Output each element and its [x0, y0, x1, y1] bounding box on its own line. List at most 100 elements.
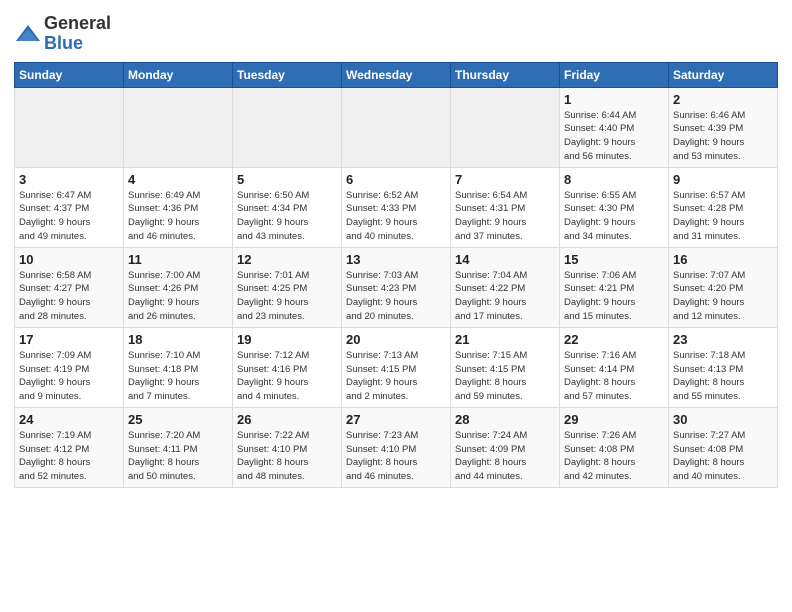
- day-info: Sunrise: 6:52 AM Sunset: 4:33 PM Dayligh…: [346, 189, 446, 244]
- calendar-cell: 19 Sunrise: 7:12 AM Sunset: 4:16 PM Dayli…: [233, 327, 342, 407]
- day-number: 1: [564, 92, 664, 107]
- day-info: Sunrise: 7:23 AM Sunset: 4:10 PM Dayligh…: [346, 429, 446, 484]
- calendar-cell: 16Sunrise: 7:07 AM Sunset: 4:20 PM Dayli…: [669, 247, 778, 327]
- weekday-header-row: SundayMondayTuesdayWednesdayThursdayFrid…: [15, 62, 778, 87]
- calendar-cell: 9 Sunrise: 6:57 AM Sunset: 4:28 PM Daylig…: [669, 167, 778, 247]
- calendar-cell: 7 Sunrise: 6:54 AM Sunset: 4:31 PM Daylig…: [451, 167, 560, 247]
- day-info: Sunrise: 7:09 AM Sunset: 4:19 PM Dayligh…: [19, 349, 119, 404]
- day-number: 28: [455, 412, 555, 427]
- weekday-header-thursday: Thursday: [451, 62, 560, 87]
- logo-icon: [14, 23, 42, 45]
- weekday-header-saturday: Saturday: [669, 62, 778, 87]
- day-number: 30: [673, 412, 773, 427]
- day-number: 3: [19, 172, 119, 187]
- day-info: Sunrise: 7:04 AM Sunset: 4:22 PM Dayligh…: [455, 269, 555, 324]
- day-number: 11: [128, 252, 228, 267]
- weekday-header-sunday: Sunday: [15, 62, 124, 87]
- calendar-cell: 29 Sunrise: 7:26 AM Sunset: 4:08 PM Dayli…: [560, 407, 669, 487]
- day-info: Sunrise: 7:16 AM Sunset: 4:14 PM Dayligh…: [564, 349, 664, 404]
- day-number: 9: [673, 172, 773, 187]
- main-container: General Blue SundayMondayTuesdayWednesda…: [0, 0, 792, 496]
- day-number: 8: [564, 172, 664, 187]
- calendar-week-row: 17 Sunrise: 7:09 AM Sunset: 4:19 PM Dayli…: [15, 327, 778, 407]
- day-number: 29: [564, 412, 664, 427]
- calendar-week-row: 3Sunrise: 6:47 AM Sunset: 4:37 PM Daylig…: [15, 167, 778, 247]
- day-info: Sunrise: 7:22 AM Sunset: 4:10 PM Dayligh…: [237, 429, 337, 484]
- day-info: Sunrise: 6:57 AM Sunset: 4:28 PM Dayligh…: [673, 189, 773, 244]
- day-number: 19: [237, 332, 337, 347]
- day-info: Sunrise: 6:58 AM Sunset: 4:27 PM Dayligh…: [19, 269, 119, 324]
- calendar-cell: 24 Sunrise: 7:19 AM Sunset: 4:12 PM Dayli…: [15, 407, 124, 487]
- logo-blue: Blue: [44, 34, 111, 54]
- day-number: 17: [19, 332, 119, 347]
- day-number: 12: [237, 252, 337, 267]
- calendar-week-row: 10Sunrise: 6:58 AM Sunset: 4:27 PM Dayli…: [15, 247, 778, 327]
- calendar-cell: [451, 87, 560, 167]
- calendar-cell: 25 Sunrise: 7:20 AM Sunset: 4:11 PM Dayli…: [124, 407, 233, 487]
- day-info: Sunrise: 7:19 AM Sunset: 4:12 PM Dayligh…: [19, 429, 119, 484]
- day-number: 20: [346, 332, 446, 347]
- day-info: Sunrise: 6:54 AM Sunset: 4:31 PM Dayligh…: [455, 189, 555, 244]
- calendar-cell: 18 Sunrise: 7:10 AM Sunset: 4:18 PM Dayli…: [124, 327, 233, 407]
- day-number: 5: [237, 172, 337, 187]
- logo: General Blue: [14, 14, 111, 54]
- day-number: 7: [455, 172, 555, 187]
- day-number: 14: [455, 252, 555, 267]
- day-info: Sunrise: 7:13 AM Sunset: 4:15 PM Dayligh…: [346, 349, 446, 404]
- day-number: 23: [673, 332, 773, 347]
- calendar-cell: 15 Sunrise: 7:06 AM Sunset: 4:21 PM Dayli…: [560, 247, 669, 327]
- day-number: 6: [346, 172, 446, 187]
- day-info: Sunrise: 7:27 AM Sunset: 4:08 PM Dayligh…: [673, 429, 773, 484]
- calendar-cell: [124, 87, 233, 167]
- weekday-header-friday: Friday: [560, 62, 669, 87]
- day-info: Sunrise: 7:12 AM Sunset: 4:16 PM Dayligh…: [237, 349, 337, 404]
- day-info: Sunrise: 7:07 AM Sunset: 4:20 PM Dayligh…: [673, 269, 773, 324]
- day-info: Sunrise: 6:46 AM Sunset: 4:39 PM Dayligh…: [673, 109, 773, 164]
- calendar-cell: 1 Sunrise: 6:44 AM Sunset: 4:40 PM Daylig…: [560, 87, 669, 167]
- calendar-cell: 26 Sunrise: 7:22 AM Sunset: 4:10 PM Dayli…: [233, 407, 342, 487]
- day-info: Sunrise: 7:18 AM Sunset: 4:13 PM Dayligh…: [673, 349, 773, 404]
- calendar-cell: 11 Sunrise: 7:00 AM Sunset: 4:26 PM Dayli…: [124, 247, 233, 327]
- day-info: Sunrise: 7:06 AM Sunset: 4:21 PM Dayligh…: [564, 269, 664, 324]
- day-number: 26: [237, 412, 337, 427]
- calendar-cell: [342, 87, 451, 167]
- weekday-header-monday: Monday: [124, 62, 233, 87]
- day-info: Sunrise: 7:10 AM Sunset: 4:18 PM Dayligh…: [128, 349, 228, 404]
- day-info: Sunrise: 7:24 AM Sunset: 4:09 PM Dayligh…: [455, 429, 555, 484]
- calendar-cell: 4 Sunrise: 6:49 AM Sunset: 4:36 PM Daylig…: [124, 167, 233, 247]
- day-info: Sunrise: 7:00 AM Sunset: 4:26 PM Dayligh…: [128, 269, 228, 324]
- day-number: 15: [564, 252, 664, 267]
- header-area: General Blue: [14, 10, 778, 54]
- day-info: Sunrise: 7:26 AM Sunset: 4:08 PM Dayligh…: [564, 429, 664, 484]
- day-number: 18: [128, 332, 228, 347]
- day-info: Sunrise: 7:20 AM Sunset: 4:11 PM Dayligh…: [128, 429, 228, 484]
- day-number: 2: [673, 92, 773, 107]
- day-info: Sunrise: 7:03 AM Sunset: 4:23 PM Dayligh…: [346, 269, 446, 324]
- calendar-header: SundayMondayTuesdayWednesdayThursdayFrid…: [15, 62, 778, 87]
- calendar-cell: [15, 87, 124, 167]
- calendar-cell: 22Sunrise: 7:16 AM Sunset: 4:14 PM Dayli…: [560, 327, 669, 407]
- weekday-header-wednesday: Wednesday: [342, 62, 451, 87]
- calendar-cell: 27Sunrise: 7:23 AM Sunset: 4:10 PM Dayli…: [342, 407, 451, 487]
- calendar-cell: 10Sunrise: 6:58 AM Sunset: 4:27 PM Dayli…: [15, 247, 124, 327]
- calendar-table: SundayMondayTuesdayWednesdayThursdayFrid…: [14, 62, 778, 488]
- day-info: Sunrise: 7:01 AM Sunset: 4:25 PM Dayligh…: [237, 269, 337, 324]
- logo-general: General: [44, 14, 111, 34]
- calendar-cell: 12 Sunrise: 7:01 AM Sunset: 4:25 PM Dayli…: [233, 247, 342, 327]
- day-info: Sunrise: 6:44 AM Sunset: 4:40 PM Dayligh…: [564, 109, 664, 164]
- calendar-cell: 20 Sunrise: 7:13 AM Sunset: 4:15 PM Dayli…: [342, 327, 451, 407]
- day-number: 24: [19, 412, 119, 427]
- calendar-week-row: 1 Sunrise: 6:44 AM Sunset: 4:40 PM Daylig…: [15, 87, 778, 167]
- calendar-cell: 5Sunrise: 6:50 AM Sunset: 4:34 PM Daylig…: [233, 167, 342, 247]
- calendar-cell: 6 Sunrise: 6:52 AM Sunset: 4:33 PM Daylig…: [342, 167, 451, 247]
- day-info: Sunrise: 7:15 AM Sunset: 4:15 PM Dayligh…: [455, 349, 555, 404]
- calendar-cell: 23 Sunrise: 7:18 AM Sunset: 4:13 PM Dayli…: [669, 327, 778, 407]
- calendar-cell: 21Sunrise: 7:15 AM Sunset: 4:15 PM Dayli…: [451, 327, 560, 407]
- day-number: 4: [128, 172, 228, 187]
- day-info: Sunrise: 6:49 AM Sunset: 4:36 PM Dayligh…: [128, 189, 228, 244]
- weekday-header-tuesday: Tuesday: [233, 62, 342, 87]
- calendar-cell: 28 Sunrise: 7:24 AM Sunset: 4:09 PM Dayli…: [451, 407, 560, 487]
- calendar-cell: 3Sunrise: 6:47 AM Sunset: 4:37 PM Daylig…: [15, 167, 124, 247]
- calendar-week-row: 24 Sunrise: 7:19 AM Sunset: 4:12 PM Dayli…: [15, 407, 778, 487]
- day-number: 25: [128, 412, 228, 427]
